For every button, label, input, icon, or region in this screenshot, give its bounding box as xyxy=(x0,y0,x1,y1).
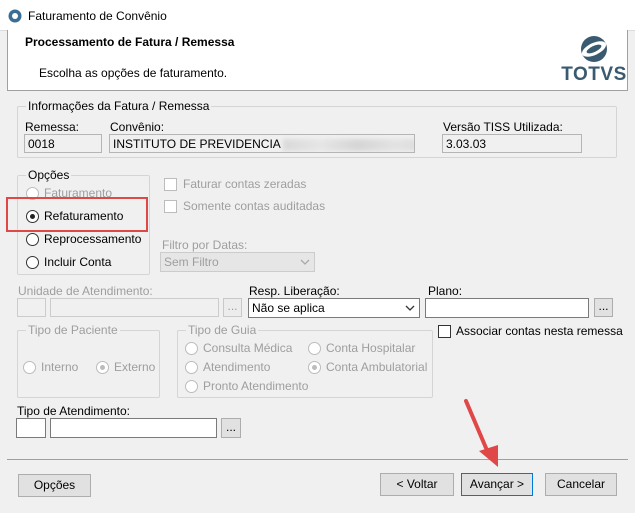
radio-conta-ambulatorial-label: Conta Ambulatorial xyxy=(326,360,428,374)
tipo-atendimento-lookup-button[interactable]: ... xyxy=(221,418,241,438)
radio-interno-label: Interno xyxy=(41,360,79,374)
radio-externo[interactable] xyxy=(96,361,109,374)
checkbox-somente-auditadas[interactable] xyxy=(164,200,177,213)
resp-liberacao-label: Resp. Liberação: xyxy=(249,284,340,298)
radio-externo-label: Externo xyxy=(114,360,156,374)
resp-liberacao-value: Não se aplica xyxy=(252,301,325,315)
page-title: Processamento de Fatura / Remessa xyxy=(25,35,235,49)
radio-incluir-conta[interactable] xyxy=(26,256,39,269)
checkbox-faturar-zeradas-label: Faturar contas zeradas xyxy=(183,177,307,191)
window-title: Faturamento de Convênio xyxy=(28,9,167,23)
unidade-atendimento-label: Unidade de Atendimento: xyxy=(18,284,153,298)
totvs-logo: TOTVS xyxy=(559,34,629,88)
totvs-logo-icon xyxy=(581,36,607,62)
tipo-guia-legend: Tipo de Guia xyxy=(186,323,259,337)
unidade-atendimento-desc[interactable] xyxy=(50,298,219,317)
filtro-datas-select[interactable]: Sem Filtro xyxy=(160,252,315,272)
radio-atendimento[interactable] xyxy=(185,361,198,374)
tipo-atendimento-label: Tipo de Atendimento: xyxy=(17,404,130,418)
page-subtitle: Escolha as opções de faturamento. xyxy=(39,66,228,80)
checkbox-faturar-zeradas[interactable] xyxy=(164,178,177,191)
plano-lookup-button[interactable]: ... xyxy=(594,298,613,317)
app-icon xyxy=(8,9,22,23)
radio-incluir-conta-label: Incluir Conta xyxy=(44,255,112,269)
radio-reprocessamento[interactable] xyxy=(26,233,39,246)
checkbox-somente-auditadas-label: Somente contas auditadas xyxy=(183,199,326,213)
opcoes-button[interactable]: Opções xyxy=(18,474,91,497)
logo-text: TOTVS xyxy=(561,64,627,85)
info-group-legend: Informações da Fatura / Remessa xyxy=(26,99,212,113)
convenio-label: Convênio: xyxy=(110,120,165,134)
plano-label: Plano: xyxy=(428,284,463,298)
versao-tiss-field[interactable]: 3.03.03 xyxy=(442,134,582,153)
convenio-field[interactable]: INSTITUTO DE PREVIDENCIA xyxy=(109,134,415,153)
resp-liberacao-select[interactable]: Não se aplica xyxy=(248,298,420,318)
chevron-down-icon xyxy=(300,259,310,265)
radio-interno[interactable] xyxy=(23,361,36,374)
highlight-box xyxy=(6,197,148,232)
radio-consulta-medica[interactable] xyxy=(185,342,198,355)
radio-reprocessamento-label: Reprocessamento xyxy=(44,232,142,246)
tipo-atendimento-code[interactable] xyxy=(16,418,46,438)
radio-conta-ambulatorial[interactable] xyxy=(308,361,321,374)
footer-divider xyxy=(7,459,628,460)
redacted-text xyxy=(283,138,414,151)
unidade-lookup-button[interactable]: ... xyxy=(223,298,242,317)
arrow-annotation-icon xyxy=(464,399,498,467)
voltar-button[interactable]: < Voltar xyxy=(380,473,454,496)
chevron-down-icon xyxy=(405,305,415,311)
plano-field[interactable] xyxy=(425,298,589,318)
filtro-datas-value: Sem Filtro xyxy=(164,255,219,269)
avancar-button[interactable]: Avançar > xyxy=(461,473,533,496)
unidade-atendimento-code[interactable] xyxy=(17,298,46,317)
filtro-datas-label: Filtro por Datas: xyxy=(162,238,248,252)
remessa-label: Remessa: xyxy=(25,120,80,134)
radio-conta-hospitalar-label: Conta Hospitalar xyxy=(326,341,416,355)
header-panel: Processamento de Fatura / Remessa Escolh… xyxy=(7,30,628,90)
tipo-atendimento-desc[interactable] xyxy=(50,418,217,438)
tipo-paciente-legend: Tipo de Paciente xyxy=(26,323,120,337)
convenio-value: INSTITUTO DE PREVIDENCIA xyxy=(113,137,281,151)
radio-consulta-medica-label: Consulta Médica xyxy=(203,341,293,355)
title-bar: Faturamento de Convênio xyxy=(0,0,635,31)
versao-tiss-label: Versão TISS Utilizada: xyxy=(443,120,563,134)
checkbox-associar-contas-label: Associar contas nesta remessa xyxy=(456,324,623,338)
radio-conta-hospitalar[interactable] xyxy=(308,342,321,355)
cancelar-button[interactable]: Cancelar xyxy=(545,473,617,496)
remessa-field[interactable]: 0018 xyxy=(24,134,102,153)
header-divider xyxy=(7,90,628,91)
checkbox-associar-contas[interactable] xyxy=(438,325,451,338)
opcoes-group-legend: Opções xyxy=(26,168,72,182)
radio-pronto-atendimento-label: Pronto Atendimento xyxy=(203,379,309,393)
radio-pronto-atendimento[interactable] xyxy=(185,380,198,393)
radio-atendimento-label: Atendimento xyxy=(203,360,271,374)
